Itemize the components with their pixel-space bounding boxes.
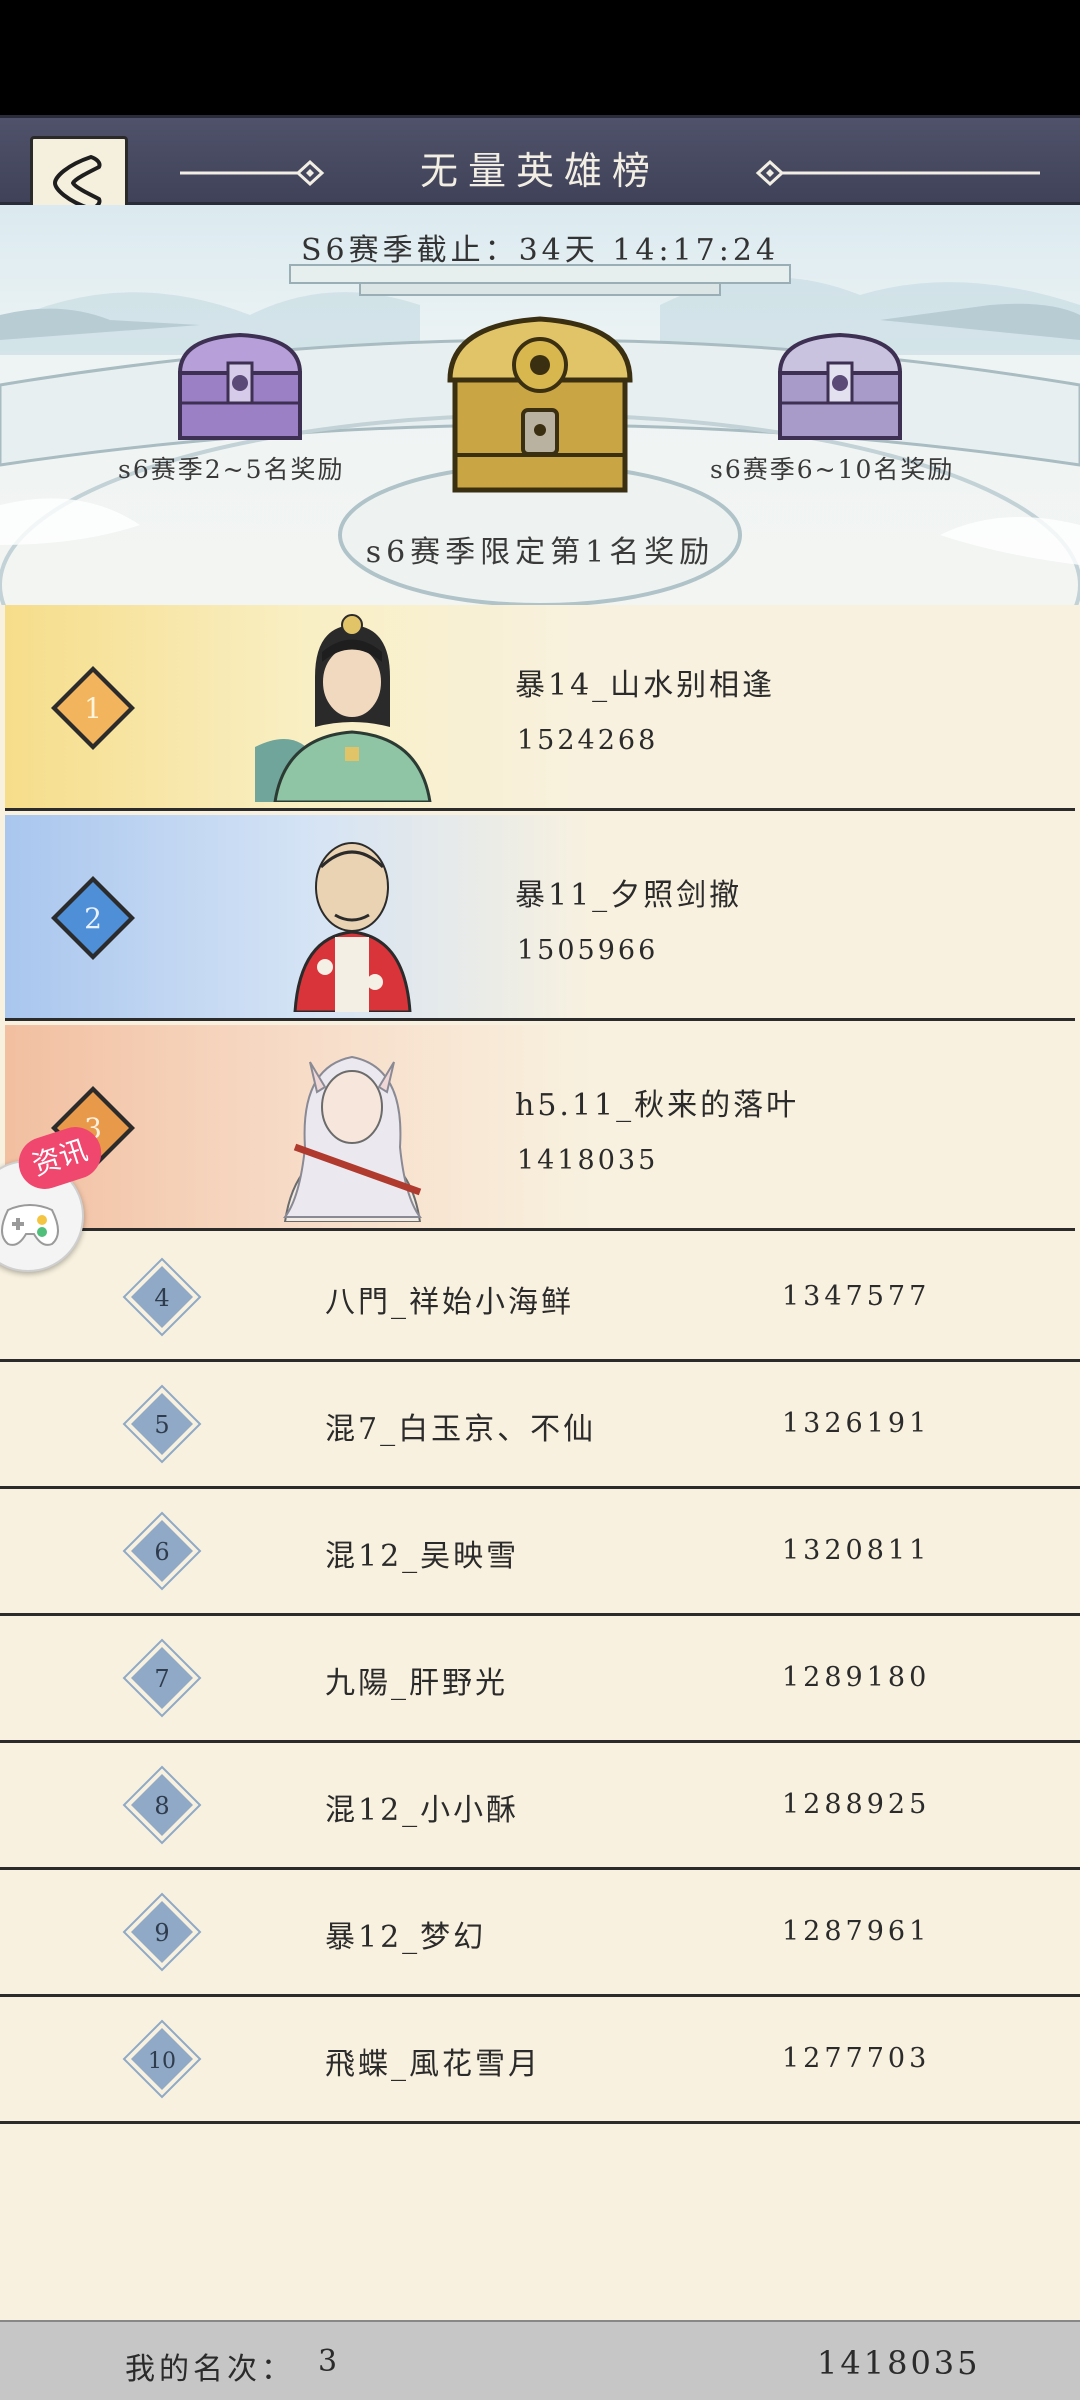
rank-badge-number: 8 [154, 1792, 169, 1820]
rank-badge-number: 5 [154, 1411, 169, 1439]
ranking-row-9[interactable]: 9 暴12_梦幻 1287961 [0, 1870, 1080, 1997]
avatar-rank-2 [293, 842, 412, 1012]
rank-badge-silver: 9 [122, 1892, 202, 1972]
player-score: 1524268 [517, 725, 659, 756]
season-reward-banner: S6赛季截止：34天 14:17:24 s6赛季2~5名奖励 s6赛季6~10名… [0, 205, 1080, 605]
my-rank-value: 3 [318, 2344, 338, 2379]
title-ornament-left [180, 159, 325, 187]
purple-chest-icon[interactable] [170, 323, 310, 448]
ranking-row-5[interactable]: 5 混7_白玉京、不仙 1326191 [0, 1362, 1080, 1489]
rank-badge-gold: 1 [51, 666, 135, 750]
player-score: 1320811 [782, 1535, 931, 1566]
page-title: 无量英雄榜 [419, 149, 660, 193]
rank-badge-number: 1 [84, 692, 102, 725]
rank-badge-silver: 10 [122, 2019, 202, 2099]
player-name: 九陽_肝野光 [325, 1666, 508, 1701]
rank-badge-number: 6 [154, 1538, 169, 1566]
gold-chest-icon[interactable] [435, 305, 645, 515]
reward-label-rank-2-5: s6赛季2~5名奖励 [118, 455, 345, 484]
rank-badge-blue: 2 [51, 876, 135, 960]
ranking-row-10[interactable]: 10 飛蝶_風花雪月 1277703 [0, 1997, 1080, 2124]
player-score: 1418035 [517, 1145, 659, 1176]
player-name: 混12_小小酥 [325, 1793, 520, 1828]
rank-badge-number: 2 [84, 902, 102, 935]
player-score: 1505966 [517, 935, 659, 966]
player-score: 1326191 [782, 1408, 931, 1439]
player-score: 1289180 [782, 1662, 931, 1693]
rank-badge-silver: 4 [122, 1257, 202, 1337]
silver-purple-chest-icon[interactable] [770, 323, 910, 448]
player-name: 混12_吴映雪 [325, 1539, 520, 1574]
rank-badge-silver: 8 [122, 1765, 202, 1845]
my-rank-label: 我的名次： [125, 2352, 295, 2387]
reward-label-rank-1: s6赛季限定第1名奖励 [365, 535, 715, 570]
title-ornament-right [755, 159, 1040, 187]
ranking-row-8[interactable]: 8 混12_小小酥 1288925 [0, 1743, 1080, 1870]
ranking-row-4[interactable]: 4 八門_祥始小海鲜 1347577 [0, 1235, 1080, 1362]
ranking-row-1[interactable]: 1 暴14_山水别相逢 1524268 [5, 605, 1075, 811]
player-name: 混7_白玉京、不仙 [325, 1412, 597, 1447]
avatar-rank-3 [283, 1055, 422, 1222]
rank-badge-number: 4 [154, 1284, 169, 1312]
player-name: 暴12_梦幻 [325, 1920, 487, 1955]
my-rank-bar: 我的名次： 3 1418035 [0, 2320, 1080, 2400]
avatar-rank-1 [255, 614, 432, 802]
ranking-row-3[interactable]: 3 h5.11_秋来的落叶 1418035 [5, 1025, 1075, 1231]
ranking-row-2[interactable]: 2 暴11_夕照剑撤 1505966 [5, 815, 1075, 1021]
title-bar: 无量英雄榜 [0, 115, 1080, 232]
player-score: 1277703 [782, 2043, 931, 2074]
season-countdown: S6赛季截止：34天 14:17:24 [300, 233, 780, 268]
rank-badge-number: 7 [154, 1665, 169, 1693]
player-score: 1287961 [782, 1916, 931, 1947]
reward-label-rank-6-10: s6赛季6~10名奖励 [710, 455, 955, 484]
player-score: 1347577 [782, 1281, 931, 1312]
rank-badge-number: 9 [154, 1919, 169, 1947]
rank-badge-silver: 5 [122, 1384, 202, 1464]
player-name: 八門_祥始小海鲜 [325, 1285, 574, 1320]
ranking-row-7[interactable]: 7 九陽_肝野光 1289180 [0, 1616, 1080, 1743]
ranking-list: 1 暴14_山水别相逢 1524268 2 暴11_夕照剑撤 1505966 3… [0, 605, 1080, 2320]
player-name: 暴11_夕照剑撤 [515, 878, 743, 913]
ranking-row-6[interactable]: 6 混12_吴映雪 1320811 [0, 1489, 1080, 1616]
rank-badge-number: 10 [148, 2049, 176, 2074]
status-bar [0, 0, 1080, 115]
player-score: 1288925 [782, 1789, 931, 1820]
player-name: h5.11_秋来的落叶 [515, 1088, 800, 1123]
player-name: 暴14_山水别相逢 [515, 668, 776, 703]
rank-badge-silver: 7 [122, 1638, 202, 1718]
rank-badge-silver: 6 [122, 1511, 202, 1591]
my-score: 1418035 [817, 2344, 981, 2382]
player-name: 飛蝶_風花雪月 [325, 2047, 541, 2082]
